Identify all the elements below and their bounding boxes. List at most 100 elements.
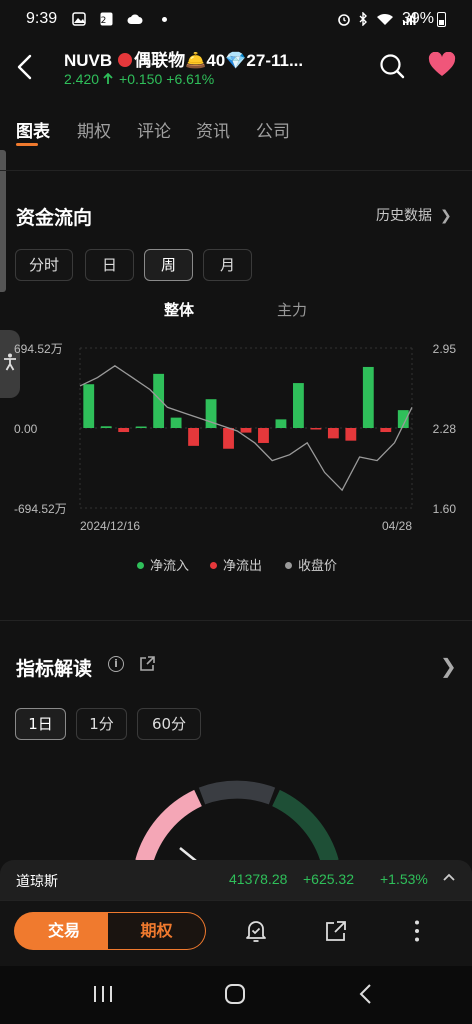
- battery-icon: [437, 12, 446, 27]
- indicator-title: 指标解读: [16, 658, 93, 680]
- gauge-segment-bearish: [135, 789, 203, 865]
- bell-check-icon: [246, 921, 266, 942]
- divider: [0, 620, 472, 621]
- outflow-bar: [310, 428, 322, 430]
- history-data-label: 历史数据: [376, 208, 432, 224]
- tab-company[interactable]: 公司: [256, 117, 290, 142]
- legend-swatch: [285, 562, 292, 569]
- legend-swatch: [210, 562, 217, 569]
- tab-comments[interactable]: 评论: [137, 117, 171, 142]
- legend-label: 净流出: [223, 559, 263, 574]
- subtab-overall[interactable]: 整体: [164, 299, 194, 320]
- inflow-bar: [135, 426, 147, 428]
- indicator-period-60m[interactable]: 60分: [137, 708, 201, 740]
- inflow-bar: [100, 426, 112, 428]
- share-icon: [326, 921, 346, 941]
- y-right-tick-mid: 2.28: [433, 422, 457, 436]
- favorite-button[interactable]: [428, 51, 456, 80]
- home-icon[interactable]: [224, 983, 246, 1005]
- outflow-bar: [380, 428, 392, 433]
- alarm-icon: [337, 14, 350, 26]
- inflow-bar: [362, 366, 374, 428]
- indicator-chevron-right-icon[interactable]: ❯: [440, 654, 457, 678]
- inflow-bar: [275, 419, 287, 428]
- inflow-bar: [83, 384, 95, 428]
- y-right-tick-bottom: 1.60: [433, 502, 457, 516]
- red-dot-icon: [118, 53, 133, 67]
- index-name: 道琼斯: [16, 874, 58, 890]
- period-month-button[interactable]: 月: [203, 249, 252, 281]
- status-bar: 9:39 2 39%: [0, 0, 472, 40]
- period-week-button[interactable]: 周: [144, 249, 193, 281]
- price-alert-button[interactable]: [243, 918, 269, 944]
- stock-title: NUVB 偶联物🛎️40💎27-11...: [64, 46, 344, 71]
- search-button[interactable]: [378, 52, 406, 80]
- trade-button[interactable]: 交易: [14, 912, 114, 950]
- dot-icon: [162, 17, 168, 22]
- index-ticker-bar[interactable]: 道琼斯 41378.28 +625.32 +1.53%: [0, 860, 472, 900]
- legend-close: 收盘价: [285, 555, 337, 574]
- tab-options[interactable]: 期权: [77, 117, 111, 142]
- tab-news[interactable]: 资讯: [196, 117, 230, 142]
- calendar-2-icon: 2: [100, 12, 113, 26]
- back-button[interactable]: [12, 52, 40, 82]
- outflow-bar: [118, 428, 130, 433]
- capital-flow-title: 资金流向: [16, 207, 93, 229]
- arrow-up-icon: [103, 72, 113, 84]
- history-data-link[interactable]: 历史数据 ❯: [376, 205, 452, 225]
- system-nav-bar: [0, 966, 472, 1024]
- index-change-pct: +1.53%: [380, 871, 428, 887]
- tab-chart[interactable]: 图表: [16, 117, 50, 142]
- share-indicator-button[interactable]: [138, 655, 156, 673]
- heart-icon: [428, 51, 456, 76]
- y-left-tick-mid: 0.00: [14, 422, 38, 436]
- options-button[interactable]: 期权: [108, 912, 206, 950]
- share-button[interactable]: [323, 918, 349, 944]
- tab-underline: [16, 143, 38, 146]
- stock-name: 偶联物🛎️40💎27-11...: [134, 51, 304, 70]
- inflow-bar: [293, 383, 304, 428]
- x-tick-start: 2024/12/16: [80, 519, 140, 533]
- outflow-bar: [327, 428, 339, 439]
- period-intraday-button[interactable]: 分时: [15, 249, 73, 281]
- info-icon[interactable]: i: [108, 656, 124, 672]
- gauge-segment-bullish: [271, 789, 339, 865]
- more-button[interactable]: [404, 918, 430, 944]
- stock-symbol: NUVB: [64, 51, 113, 70]
- y-right-tick-top: 2.95: [433, 342, 457, 356]
- more-icon: [415, 920, 419, 942]
- chevron-left-icon: [17, 54, 32, 80]
- back-icon[interactable]: [358, 983, 374, 1005]
- outflow-bar: [188, 428, 199, 446]
- legend-inflow: 净流入: [137, 555, 189, 574]
- x-tick-end: 04/28: [382, 519, 412, 533]
- index-value: 41378.28: [229, 871, 288, 887]
- y-left-tick-top: 694.52万: [14, 342, 63, 356]
- edge-handle[interactable]: [0, 150, 6, 292]
- share-icon: [140, 656, 155, 671]
- subtab-main-force[interactable]: 主力: [277, 299, 307, 320]
- search-icon: [380, 54, 405, 79]
- indicator-period-1d[interactable]: 1日: [15, 708, 66, 740]
- main-tabs: 图表 期权 评论 资讯 公司: [0, 113, 472, 153]
- gauge-segment-neutral: [198, 780, 276, 805]
- chevron-up-icon[interactable]: [442, 870, 456, 886]
- outflow-bar: [258, 428, 269, 443]
- stock-quote: 2.420 +0.150 +6.61%: [64, 71, 218, 87]
- stock-price: 2.420: [64, 71, 100, 87]
- legend-label: 净流入: [150, 559, 190, 574]
- indicator-period-1m[interactable]: 1分: [76, 708, 127, 740]
- chevron-right-icon: ❯: [440, 208, 452, 224]
- y-left-tick-bottom: -694.52万: [14, 502, 67, 516]
- outflow-bar: [345, 428, 357, 441]
- image-icon: [72, 12, 86, 26]
- divider: [0, 170, 472, 171]
- battery-percent: 39%: [401, 10, 434, 27]
- inflow-bar: [153, 373, 165, 428]
- outflow-bar: [240, 428, 252, 433]
- index-change: +625.32: [303, 871, 354, 887]
- legend-swatch: [137, 562, 144, 569]
- recents-icon[interactable]: [92, 984, 114, 1004]
- period-day-button[interactable]: 日: [85, 249, 134, 281]
- outflow-bar: [223, 428, 234, 449]
